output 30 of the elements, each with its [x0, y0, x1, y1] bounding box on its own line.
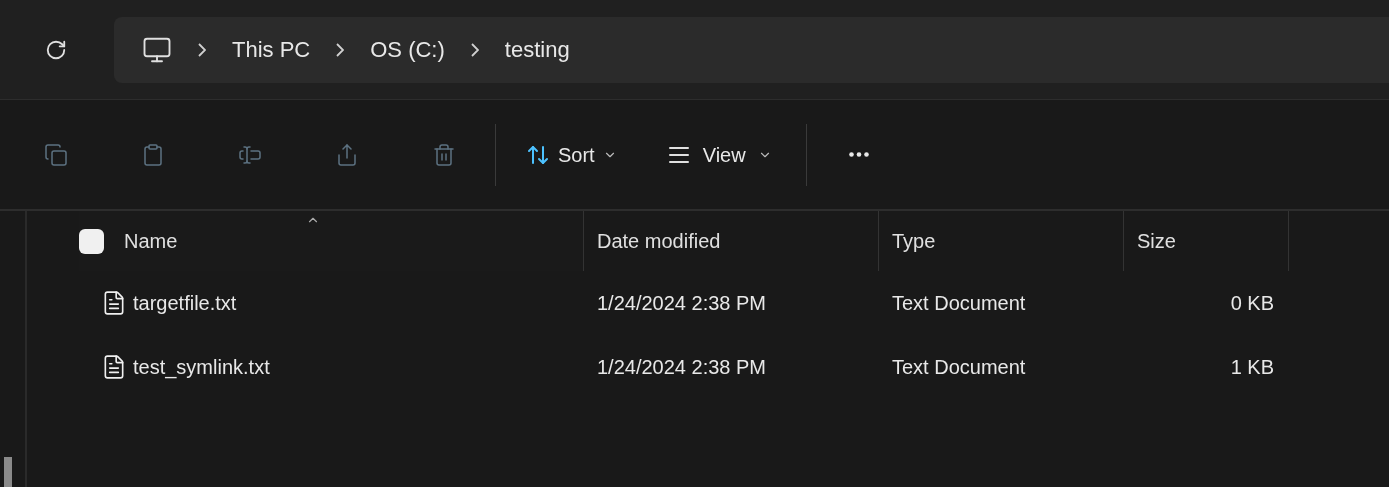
column-header: Size	[1137, 229, 1176, 254]
refresh-icon	[45, 38, 67, 61]
sort-button[interactable]: Sort	[526, 139, 617, 170]
file-name[interactable]: test_symlink.txt	[133, 352, 270, 382]
more-icon	[848, 152, 869, 157]
copy-icon	[44, 142, 68, 167]
column-header: Name	[124, 229, 178, 254]
column-header: Type	[892, 229, 936, 254]
view-button[interactable]: View	[666, 139, 772, 170]
chevron-icon	[198, 42, 206, 57]
share-icon	[335, 142, 359, 167]
select-all-checkbox[interactable]	[79, 228, 104, 254]
file-size: 0 KB	[1230, 291, 1274, 316]
clipboard-icon	[141, 142, 165, 167]
column-header: Date modified	[597, 229, 721, 254]
breadcrumb-item[interactable]: OS (C:)	[370, 33, 445, 66]
breadcrumb-item[interactable]: This PC	[232, 33, 311, 66]
date-modified: 1/24/2024 2:38 PM	[597, 292, 766, 314]
chevron-icon	[470, 42, 479, 57]
address-bar[interactable]: This PC OS (C:) testing	[114, 16, 1389, 83]
breadcrumb-item[interactable]: testing	[504, 33, 570, 66]
file-type: Text Document	[892, 356, 1026, 378]
file-type: Text Document	[892, 292, 1026, 314]
date-modified: 1/24/2024 2:38 PM	[597, 356, 766, 378]
trash-icon	[432, 142, 456, 167]
column-header-cell[interactable]: Name	[79, 211, 584, 271]
file-size: 1 KB	[1230, 355, 1274, 380]
scrollbar-thumb[interactable]	[4, 457, 12, 487]
file-name[interactable]: targetfile.txt	[133, 288, 237, 318]
chevron-icon	[336, 42, 345, 57]
